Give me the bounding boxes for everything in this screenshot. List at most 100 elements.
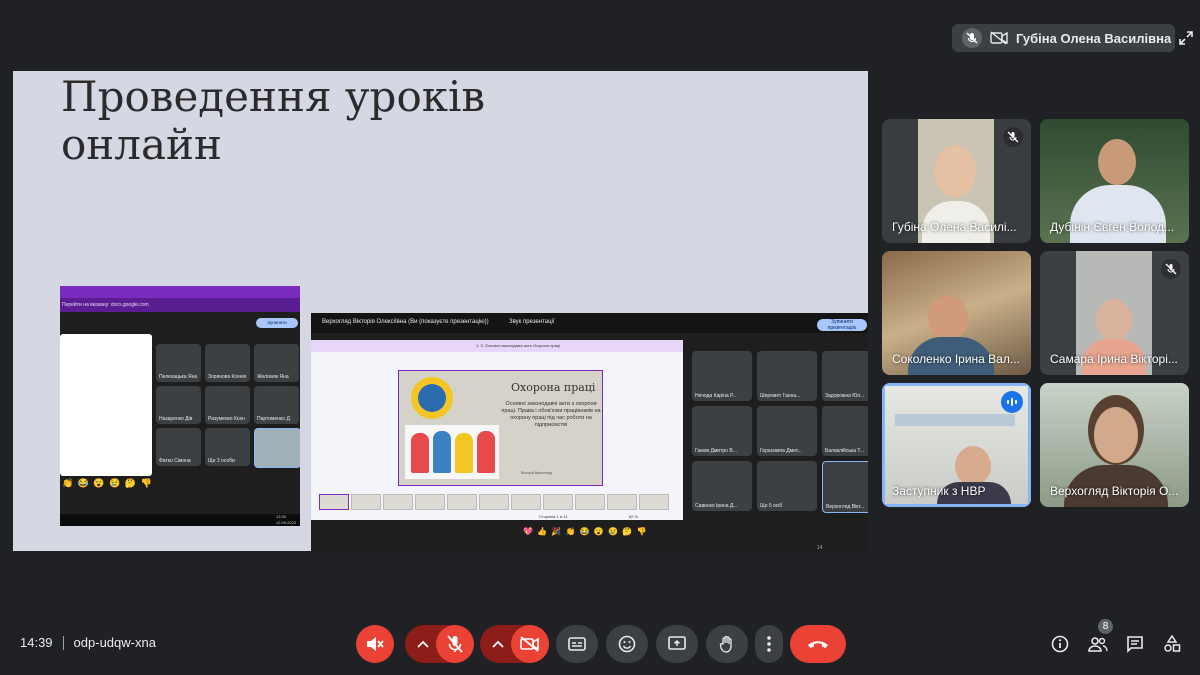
participant-tile-3[interactable]: Соколенко Ірина Вал... — [882, 251, 1031, 375]
inner-slide-heading: Охорона праці — [511, 381, 596, 394]
slide-title-line1: Проведення уроків — [61, 72, 486, 121]
slide-thumbnail[interactable] — [415, 494, 445, 510]
mini-participant-tile: Герасимов Дмит... — [757, 406, 817, 456]
inner-slide-author: Вікторія Верхогляд — [521, 471, 552, 475]
slide-thumbnail[interactable] — [319, 494, 349, 510]
reaction-bar[interactable]: 👏 😂 😮 😢 🤔 👎 — [62, 478, 153, 489]
info-icon — [1051, 635, 1069, 653]
mic-button-group[interactable] — [405, 625, 474, 663]
present-button[interactable] — [656, 625, 698, 663]
participant-tile-2[interactable]: Дубінін Євген Волод... — [1040, 119, 1189, 243]
camera-off-icon[interactable] — [511, 625, 549, 663]
slide-title-line2: онлайн — [61, 120, 222, 169]
participant-tile-1[interactable]: Губіна Олена Василі... — [882, 119, 1031, 243]
meeting-info: 14:39 odp-udqw-xna — [20, 635, 156, 650]
chevron-up-icon[interactable] — [417, 635, 429, 653]
slide-thumbnail[interactable] — [607, 494, 637, 510]
mini-participant-tile: Ще 3 особи — [205, 428, 250, 466]
more-options-button[interactable] — [755, 625, 783, 663]
captions-icon — [568, 637, 586, 651]
mini-participant-tile: Пелехацька Яна — [156, 344, 201, 382]
activities-button[interactable] — [1158, 630, 1186, 658]
participant-tile-5[interactable]: Заступник з НВР — [882, 383, 1031, 507]
slide-thumbnail[interactable] — [383, 494, 413, 510]
emoji-icon — [618, 635, 636, 653]
presenter-chip[interactable]: Губіна Олена Василівна — [952, 24, 1193, 52]
embedded-screenshot-2: Верхогляд Вікторія Олексіївна (Ви (показ… — [311, 313, 868, 551]
participant-name: Соколенко Ірина Вал... — [892, 352, 1020, 366]
participant-name: Заступник з НВР — [892, 484, 986, 498]
meeting-details-button[interactable] — [1046, 630, 1074, 658]
taskbar — [60, 514, 300, 526]
slide-thumbnail[interactable] — [543, 494, 573, 510]
mini-participant-name: Пелехацька Яна — [159, 374, 198, 380]
slide-thumbnail[interactable] — [351, 494, 381, 510]
mini-participant-name: Задорожна Юл... — [825, 393, 865, 399]
speaking-indicator-icon — [1001, 391, 1023, 413]
mini-participant-tile: Разуменко Ксен — [205, 386, 250, 424]
left-participant-grid: Пелехацька Яна Зорянова Ксенія Желізняк Ян… — [156, 344, 300, 468]
hand-icon — [719, 635, 732, 653]
mini-participant-tile: Нечода Каріна Р... — [692, 351, 752, 401]
participant-tile-6[interactable]: Верхогляд Вікторія О... — [1040, 383, 1189, 507]
page-indicator: Сторінка 1 із 11 — [539, 514, 568, 519]
safety-logo — [411, 377, 453, 419]
mini-participant-name: Фатко Сімона — [159, 458, 191, 464]
meeting-code: odp-udqw-xna — [73, 635, 156, 650]
mic-off-icon — [962, 28, 982, 48]
doc-panel — [60, 334, 152, 476]
mini-participant-tile: Партоменко Д — [254, 386, 299, 424]
stop-presenting-button[interactable]: Зупинити презентацію — [256, 318, 298, 328]
slide-thumbnail[interactable] — [639, 494, 669, 510]
mini-participant-name: Нечода Каріна Р... — [695, 393, 737, 399]
camera-button-group[interactable] — [480, 625, 549, 663]
doc-title: 1. 3. Основні законодавчі акти Охорона п… — [476, 343, 561, 348]
present-screen-icon — [668, 636, 686, 650]
mini-participant-name: Партоменко Д — [257, 416, 290, 422]
mic-off-icon — [1161, 259, 1181, 279]
reactions-button[interactable] — [606, 625, 648, 663]
mini-participant-tile: Шеремет Ганна... — [757, 351, 817, 401]
participants-count-badge: 8 — [1098, 619, 1113, 634]
mini-participant-tile: Желізняк Яна — [254, 344, 299, 382]
mini-participant-name: Верхогляд Вікт... — [826, 504, 865, 510]
speaker-mute-button[interactable] — [356, 625, 394, 663]
mini-participant-name: Ще 5 осіб — [760, 503, 783, 509]
mini-participant-name: Желізняк Яна — [257, 374, 289, 380]
slide-thumbnail[interactable] — [447, 494, 477, 510]
mini-participant-tile: Савенко Ірина Д... — [692, 461, 752, 511]
address-bar: Перейти на вказану: docs.google.com — [60, 298, 300, 312]
mini-participant-name: Разуменко Ксен — [208, 416, 245, 422]
chat-button[interactable] — [1121, 630, 1149, 658]
clock-date: 12.09.2023 — [276, 520, 297, 525]
participant-name: Самара Ірина Вікторі... — [1050, 352, 1178, 366]
slide-thumbnail[interactable] — [575, 494, 605, 510]
people-button[interactable] — [1084, 630, 1112, 658]
embedded-screenshot-1: Перейти на вказану: docs.google.com Зупи… — [60, 286, 300, 526]
inner-slide-body: Основні законодавчі акти з охорони праці… — [501, 401, 601, 428]
participant-tile-4[interactable]: Самара Ірина Вікторі... — [1040, 251, 1189, 375]
mini-participant-name: Шеремет Ганна... — [760, 393, 801, 399]
right-participant-grid: Нечода Каріна Р... Шеремет Ганна... Задоро… — [692, 351, 868, 514]
slide-thumbnail[interactable] — [479, 494, 509, 510]
slide-thumbnail[interactable] — [511, 494, 541, 510]
inner-slide-illustration — [405, 425, 499, 479]
slide-thumbnails — [319, 494, 675, 510]
stop-presenting-button-2[interactable]: Зупинити презентацію — [817, 319, 867, 331]
mini-participant-tile: Задорожна Юл... — [822, 351, 868, 401]
leave-call-button[interactable] — [790, 625, 846, 663]
captions-button[interactable] — [556, 625, 598, 663]
expand-icon[interactable] — [1179, 31, 1193, 45]
chevron-up-icon[interactable] — [492, 635, 504, 653]
mini-participant-name: Ще 3 особи — [208, 458, 235, 464]
raise-hand-button[interactable] — [706, 625, 748, 663]
people-count-mini: 14 — [817, 545, 823, 551]
mini-participant-name: Назаренко Дів — [159, 416, 193, 422]
mini-participant-tile: Зорянова Ксенія — [205, 344, 250, 382]
mini-participant-name: Зорянова Ксенія — [208, 374, 247, 380]
reaction-bar-2[interactable]: 💖 👍 🎉 👏 😂 😮 😢 🤔 👎 — [523, 527, 647, 536]
mic-off-icon[interactable] — [436, 625, 474, 663]
mini-participant-tile: Балаклійська Т... — [822, 406, 868, 456]
mini-participant-tile: Фатко Сімона — [156, 428, 201, 466]
participant-name: Губіна Олена Василі... — [892, 220, 1017, 234]
